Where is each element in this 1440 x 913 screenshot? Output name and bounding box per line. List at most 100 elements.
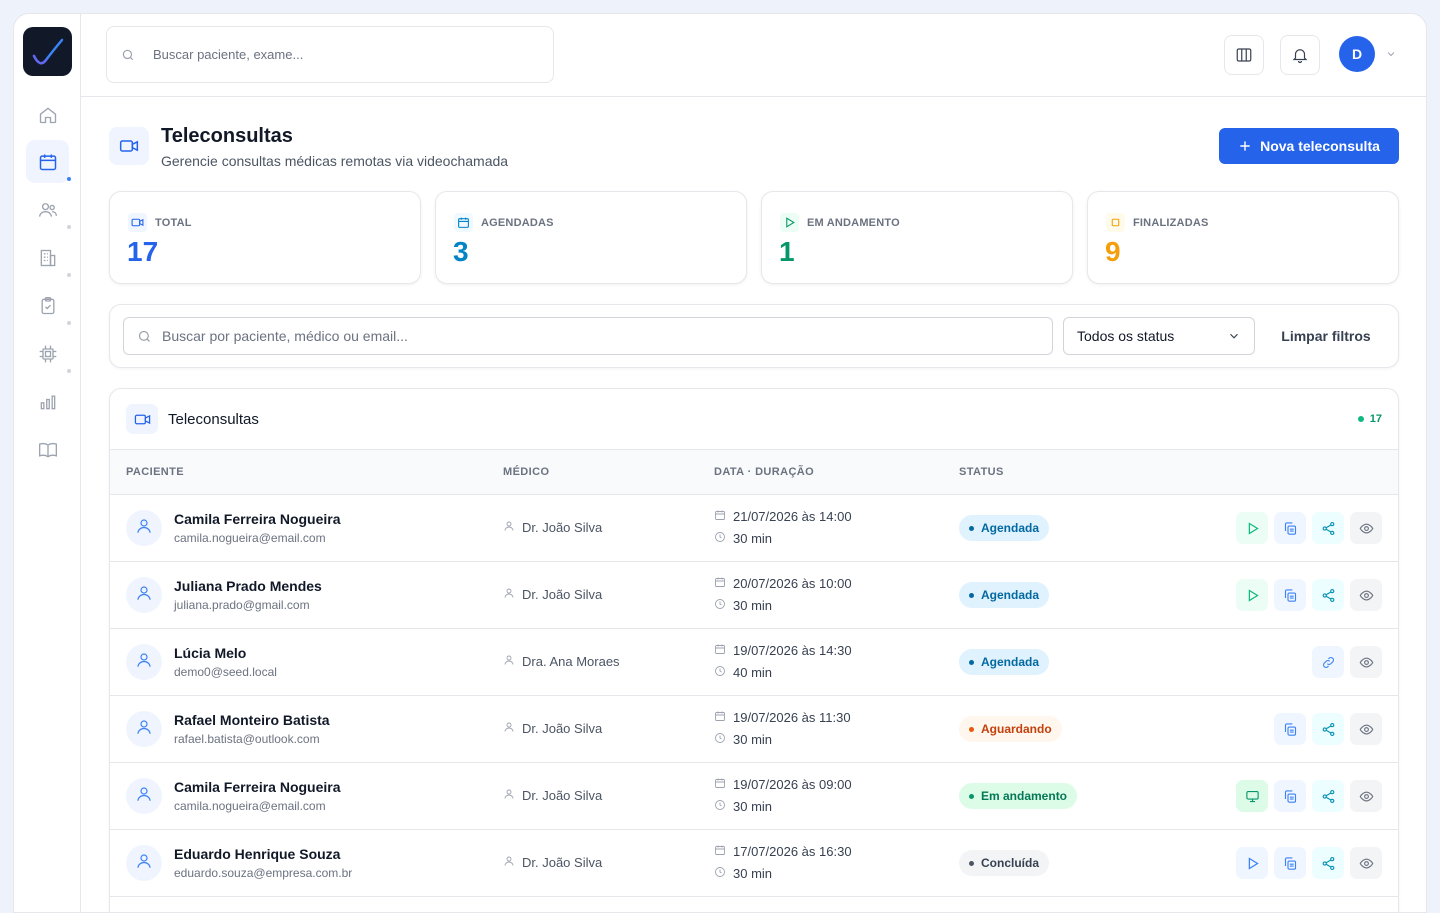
status-dot <box>969 592 974 598</box>
status-badge: Agendada <box>959 515 1050 541</box>
user-icon <box>135 852 153 875</box>
table-row[interactable]: Camila Ferreira Nogueira camila.nogueira@… <box>110 495 1398 562</box>
share-button[interactable] <box>1312 847 1344 879</box>
sidebar-item-chip[interactable] <box>26 332 71 375</box>
calendar-icon <box>714 643 726 658</box>
table-row[interactable]: Camila Ferreira Nogueira camila.nogueira@… <box>110 763 1398 830</box>
replay-button[interactable] <box>1236 847 1268 879</box>
user-icon <box>135 517 153 540</box>
copy-icon <box>1283 856 1298 871</box>
status-dot <box>969 726 974 732</box>
status-label: Agendada <box>981 655 1040 669</box>
view-button[interactable] <box>1350 579 1382 611</box>
appointment-duration: 30 min <box>733 598 773 613</box>
clipboard-check-icon <box>41 296 54 314</box>
patient-name[interactable]: Camila Ferreira Nogueira <box>174 511 341 527</box>
share-button[interactable] <box>1312 579 1344 611</box>
sidebar-item-home[interactable] <box>26 93 69 136</box>
patient-name[interactable]: Rafael Monteiro Batista <box>174 712 330 728</box>
join-call-button[interactable] <box>1236 780 1268 812</box>
patient-email: demo0@seed.local <box>174 665 277 679</box>
patient-avatar <box>126 577 162 613</box>
link-button[interactable] <box>1312 646 1344 678</box>
status-select[interactable]: Todos os status <box>1063 317 1255 355</box>
view-button[interactable] <box>1350 847 1382 879</box>
video-icon <box>126 404 158 434</box>
copy-link-button[interactable] <box>1274 512 1306 544</box>
duration-cell: 30 min <box>714 531 772 546</box>
copy-link-button[interactable] <box>1274 780 1306 812</box>
calendar-icon <box>39 154 56 170</box>
share-icon <box>1321 521 1336 536</box>
sidebar-item-building[interactable] <box>26 236 71 279</box>
status-select-value: Todos os status <box>1077 328 1175 344</box>
user-avatar[interactable]: D <box>1339 36 1375 72</box>
eye-icon <box>1359 856 1374 871</box>
patient-name[interactable]: Camila Ferreira Nogueira <box>174 779 341 795</box>
new-teleconsulta-button[interactable]: Nova teleconsulta <box>1219 128 1399 164</box>
sidebar-item-docs[interactable] <box>26 428 69 471</box>
appointment-date: 19/07/2026 às 11:30 <box>733 710 851 725</box>
view-button[interactable] <box>1350 780 1382 812</box>
active-dot <box>67 177 71 181</box>
patient-name[interactable]: Lúcia Melo <box>174 645 246 661</box>
appointment-duration: 30 min <box>733 799 773 814</box>
table-row[interactable]: Juliana Prado Mendes juliana.prado@gmail.… <box>110 562 1398 629</box>
stat-value: 9 <box>1105 236 1121 267</box>
user-icon <box>503 520 515 535</box>
copy-link-button[interactable] <box>1274 579 1306 611</box>
user-icon <box>135 584 153 607</box>
share-button[interactable] <box>1312 713 1344 745</box>
patient-name[interactable]: Eduardo Henrique Souza <box>174 846 340 862</box>
sidebar-item-reports[interactable] <box>26 380 69 423</box>
stat-value: 17 <box>127 236 159 267</box>
building-icon <box>40 249 55 266</box>
global-search-input[interactable] <box>153 47 513 62</box>
filter-search[interactable] <box>123 317 1053 355</box>
sidebar-item-users[interactable] <box>26 188 71 231</box>
copy-link-button[interactable] <box>1274 713 1306 745</box>
table-row[interactable]: Eduardo Henrique Souza eduardo.souza@empr… <box>110 830 1398 897</box>
patient-email: camila.nogueira@email.com <box>174 531 326 545</box>
duration-cell: 30 min <box>714 866 772 881</box>
view-button[interactable] <box>1350 512 1382 544</box>
app-logo[interactable] <box>23 27 72 76</box>
monitor-icon <box>1245 789 1260 804</box>
clear-filters-button[interactable]: Limpar filtros <box>1270 317 1382 355</box>
appointment-duration: 30 min <box>733 531 773 546</box>
appointment-date: 17/07/2026 às 16:30 <box>733 844 852 859</box>
share-button[interactable] <box>1312 512 1344 544</box>
filter-search-input[interactable] <box>162 328 1022 344</box>
table-row[interactable]: Rafael Monteiro Batista rafael.batista@ou… <box>110 696 1398 763</box>
share-icon <box>1321 588 1336 603</box>
calendar-icon <box>714 710 726 725</box>
new-teleconsulta-label: Nova teleconsulta <box>1260 138 1380 154</box>
notifications-button[interactable] <box>1280 35 1320 75</box>
appointment-date: 20/07/2026 às 10:00 <box>733 576 852 591</box>
stat-label: TOTAL <box>155 216 192 229</box>
status-label: Em andamento <box>981 789 1068 803</box>
share-button[interactable] <box>1312 780 1344 812</box>
sidebar-item-teleconsultas[interactable] <box>26 140 71 183</box>
sidebar-item-clipboard[interactable] <box>26 284 71 327</box>
page-title: Teleconsultas <box>161 125 293 147</box>
date-cell: 20/07/2026 às 10:00 <box>714 576 852 591</box>
appointment-duration: 30 min <box>733 732 773 747</box>
columns-button[interactable] <box>1224 35 1264 75</box>
start-call-button[interactable] <box>1236 512 1268 544</box>
column-header-status: STATUS <box>959 466 1004 478</box>
column-header-medico: MÉDICO <box>503 466 550 478</box>
chevron-down-icon[interactable] <box>1385 48 1397 60</box>
status-badge: Aguardando <box>959 716 1062 742</box>
view-button[interactable] <box>1350 713 1382 745</box>
view-button[interactable] <box>1350 646 1382 678</box>
table-row[interactable]: Lúcia Melo demo0@seed.local Dra. Ana Morae… <box>110 629 1398 696</box>
date-cell: 21/07/2026 às 14:00 <box>714 509 852 524</box>
patient-name[interactable]: Juliana Prado Mendes <box>174 578 322 594</box>
status-dot <box>969 659 974 665</box>
start-call-button[interactable] <box>1236 579 1268 611</box>
copy-link-button[interactable] <box>1274 847 1306 879</box>
global-search[interactable] <box>106 26 554 83</box>
clock-icon <box>714 598 726 613</box>
eye-icon <box>1359 521 1374 536</box>
